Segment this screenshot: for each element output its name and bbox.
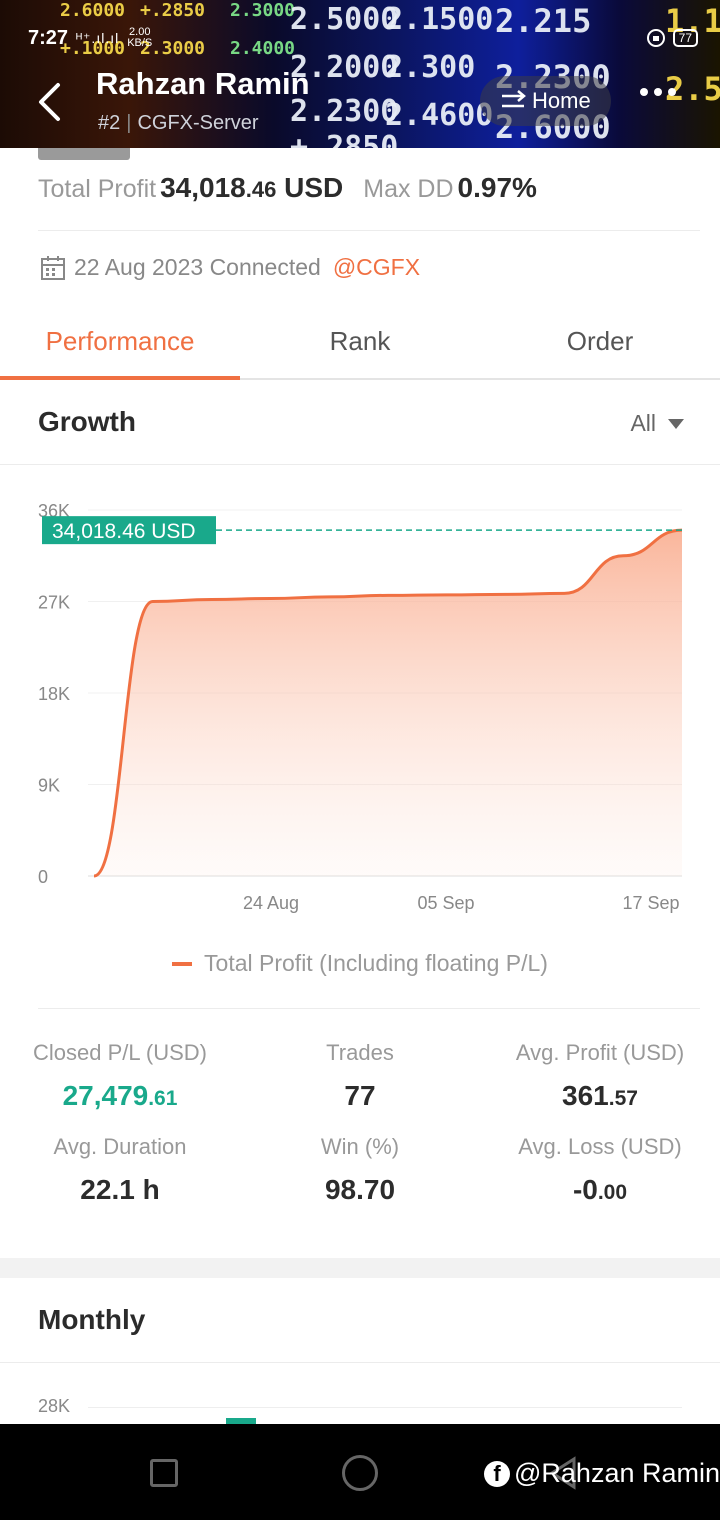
y-tick-label: 27K bbox=[38, 593, 70, 613]
tab-rank[interactable]: Rank bbox=[240, 306, 480, 378]
stat-item: Avg. Loss (USD) -0.00 bbox=[480, 1134, 720, 1206]
tab-performance[interactable]: Performance bbox=[0, 306, 240, 380]
stat-label: Avg. Duration bbox=[53, 1134, 187, 1159]
stat-item: Trades 77 bbox=[240, 1040, 480, 1112]
growth-chart: 09K18K27K36K34,018.46 USD24 Aug 05 Sep 17 … bbox=[38, 501, 683, 913]
ticker-number: 2.300 bbox=[385, 50, 476, 85]
divider bbox=[38, 230, 700, 231]
divider bbox=[38, 1008, 700, 1009]
period-filter-value: All bbox=[630, 410, 656, 436]
stat-item: Win (%) 98.70 bbox=[240, 1134, 480, 1206]
ticker-number: +.2850 bbox=[140, 0, 206, 21]
stat-value: 77 bbox=[344, 1080, 376, 1111]
stat-item: Closed P/L (USD) 27,479.61 bbox=[0, 1040, 240, 1112]
profile-name: Rahzan Ramin bbox=[96, 66, 310, 101]
divider bbox=[0, 464, 720, 465]
y-tick-label: 18K bbox=[38, 684, 70, 704]
more-options-icon[interactable] bbox=[640, 88, 676, 96]
status-bar: 7:27 ᴴ⁺.ıl.ıl 2.00 KB/S 77 bbox=[28, 24, 698, 52]
stat-value: -0.00 bbox=[572, 1174, 628, 1205]
calendar-icon bbox=[41, 255, 65, 280]
ticker-number: +.2850 bbox=[290, 130, 399, 148]
legend-swatch bbox=[172, 961, 193, 966]
ticker-number: 2.3000 bbox=[230, 0, 296, 21]
growth-title: Growth bbox=[38, 406, 136, 437]
connection-info: 22 Aug 2023 Connected @CGFX bbox=[40, 254, 420, 281]
stat-label: Closed P/L (USD) bbox=[32, 1040, 207, 1065]
monthly-gridline bbox=[88, 1407, 682, 1408]
status-time: 7:27 bbox=[28, 26, 69, 49]
lock-icon bbox=[646, 29, 665, 47]
stat-label: Avg. Profit (USD) bbox=[515, 1040, 685, 1065]
stat-value: 98.70 bbox=[324, 1174, 396, 1205]
profile-header: 2.6000+.28502.30002.50002.15002.2151.100… bbox=[0, 0, 720, 148]
legend-label: Total Profit (Including floating P/L) bbox=[204, 950, 548, 976]
x-tick-label: 24 Aug bbox=[243, 893, 299, 913]
watermark: f @Rahzan Ramin bbox=[484, 1458, 720, 1489]
stat-value: 27,479.61 bbox=[62, 1080, 178, 1111]
y-tick-label: 0 bbox=[38, 867, 48, 887]
stat-label: Trades bbox=[326, 1040, 394, 1065]
stat-value: 361.57 bbox=[562, 1080, 638, 1111]
stat-value: 22.1 h bbox=[80, 1174, 160, 1205]
x-tick-label: 17 Sep bbox=[622, 893, 679, 913]
stat-item: Avg. Profit (USD) 361.57 bbox=[480, 1040, 720, 1112]
home-button[interactable]: Home bbox=[480, 76, 611, 126]
switch-icon bbox=[502, 90, 526, 108]
back-button[interactable] bbox=[34, 80, 64, 124]
y-tick-label: 9K bbox=[38, 776, 60, 796]
header-tab-edge bbox=[38, 148, 130, 160]
battery-icon: 77 bbox=[672, 29, 698, 47]
chevron-left-icon bbox=[39, 83, 60, 121]
home-nav-button[interactable] bbox=[342, 1455, 378, 1491]
chart-legend: Total Profit (Including floating P/L) bbox=[0, 950, 720, 977]
network-speed: 2.00 KB/S bbox=[127, 26, 153, 49]
stats-grid: Closed P/L (USD) 27,479.61 Trades 77 Avg. Pr… bbox=[0, 1040, 720, 1206]
caret-down-icon bbox=[668, 418, 684, 429]
profile-subtitle: #2 | CGFX-Server bbox=[98, 112, 259, 134]
home-label: Home bbox=[532, 88, 591, 113]
divider bbox=[0, 1362, 720, 1363]
section-separator bbox=[0, 1258, 720, 1278]
stat-item: Avg. Duration 22.1 h bbox=[0, 1134, 240, 1206]
series-area bbox=[94, 530, 682, 876]
monthly-axis-tick: 28K bbox=[38, 1396, 71, 1416]
tab-order[interactable]: Order bbox=[480, 306, 720, 378]
connected-text: 22 Aug 2023 Connected bbox=[74, 254, 321, 280]
server-name: CGFX-Server bbox=[137, 112, 259, 134]
monthly-title: Monthly bbox=[38, 1304, 146, 1335]
rank-number: #2 bbox=[98, 112, 121, 134]
ticker-number: 2.4600 bbox=[385, 98, 494, 133]
tab-bar: Performance Rank Order bbox=[0, 306, 720, 380]
signal-icon: ᴴ⁺.ıl.ıl bbox=[76, 29, 120, 46]
broker-handle-link[interactable]: @CGFX bbox=[333, 254, 420, 281]
ticker-number: 2.6000 bbox=[60, 0, 126, 21]
total-profit-label: Total Profit bbox=[38, 175, 157, 203]
current-value-label: 34,018.46 USD bbox=[52, 520, 196, 543]
x-tick-label: 05 Sep bbox=[417, 893, 474, 913]
watermark-text: @Rahzan Ramin bbox=[514, 1458, 720, 1488]
facebook-icon: f bbox=[484, 1460, 510, 1487]
stat-label: Win (%) bbox=[320, 1134, 400, 1159]
stat-label: Avg. Loss (USD) bbox=[518, 1134, 682, 1159]
total-profit-value: 34,018.46 USD bbox=[160, 172, 344, 203]
system-nav-bar: f @Rahzan Ramin bbox=[0, 1424, 720, 1520]
recent-apps-button[interactable] bbox=[150, 1459, 178, 1487]
period-filter-dropdown[interactable]: All bbox=[630, 410, 684, 437]
maxdd-value: 0.97% bbox=[457, 172, 537, 203]
maxdd-label: Max DD bbox=[363, 175, 454, 203]
profit-summary: Total Profit 34,018.46 USD Max DD 0.97% bbox=[38, 172, 702, 204]
